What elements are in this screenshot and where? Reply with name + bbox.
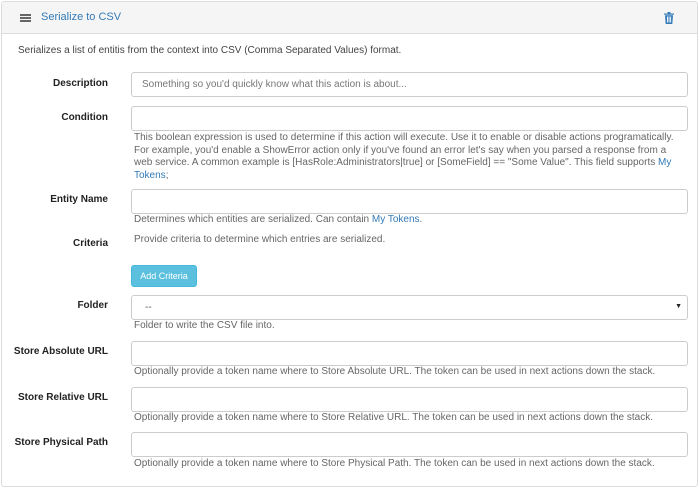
panel-header: Serialize to CSV	[2, 2, 697, 34]
store-absolute-url-label: Store Absolute URL	[13, 346, 108, 357]
entity-name-label: Entity Name	[50, 194, 108, 205]
store-physical-path-label: Store Physical Path	[14, 437, 108, 448]
condition-help-suffix: ;	[165, 169, 169, 181]
store-relative-url-input[interactable]	[131, 387, 688, 412]
condition-help-text: This boolean expression is used to deter…	[134, 132, 686, 182]
store-relative-url-help-text: Optionally provide a token name where to…	[134, 412, 653, 423]
serialize-to-csv-panel: Serialize to CSV Serializes a list of en…	[1, 1, 698, 487]
entity-name-help-body: Determines which entities are serialized…	[134, 214, 372, 225]
entity-name-my-tokens-link[interactable]: My Tokens	[372, 214, 420, 225]
panel-title-link[interactable]: Serialize to CSV	[41, 11, 121, 23]
condition-input[interactable]	[131, 106, 688, 131]
folder-help-text: Folder to write the CSV file into.	[134, 320, 275, 331]
store-physical-path-help-text: Optionally provide a token name where to…	[134, 458, 655, 469]
criteria-help-text: Provide criteria to determine which entr…	[134, 234, 386, 245]
folder-select[interactable]: -- ▼	[131, 295, 688, 320]
caret-down-icon: ▼	[675, 303, 682, 310]
folder-selected-value: --	[145, 302, 152, 313]
store-absolute-url-help-text: Optionally provide a token name where to…	[134, 366, 656, 377]
entity-name-input[interactable]	[131, 189, 688, 214]
store-physical-path-input[interactable]	[131, 432, 688, 457]
hamburger-menu-icon[interactable]	[20, 14, 31, 22]
store-absolute-url-input[interactable]	[131, 341, 688, 366]
condition-label: Condition	[61, 112, 108, 123]
criteria-label: Criteria	[72, 238, 108, 249]
entity-name-help-suffix: .	[419, 214, 423, 225]
entity-name-help-text: Determines which entities are serialized…	[134, 214, 686, 227]
folder-label: Folder	[77, 300, 108, 311]
store-relative-url-label: Store Relative URL	[17, 392, 108, 403]
description-label: Description	[52, 78, 108, 89]
condition-help-body: This boolean expression is used to deter…	[134, 132, 674, 168]
description-input[interactable]	[131, 72, 688, 97]
action-description-text: Serializes a list of entitis from the co…	[18, 45, 402, 56]
trash-icon[interactable]	[664, 12, 674, 24]
add-criteria-button[interactable]: Add Criteria	[131, 265, 197, 287]
